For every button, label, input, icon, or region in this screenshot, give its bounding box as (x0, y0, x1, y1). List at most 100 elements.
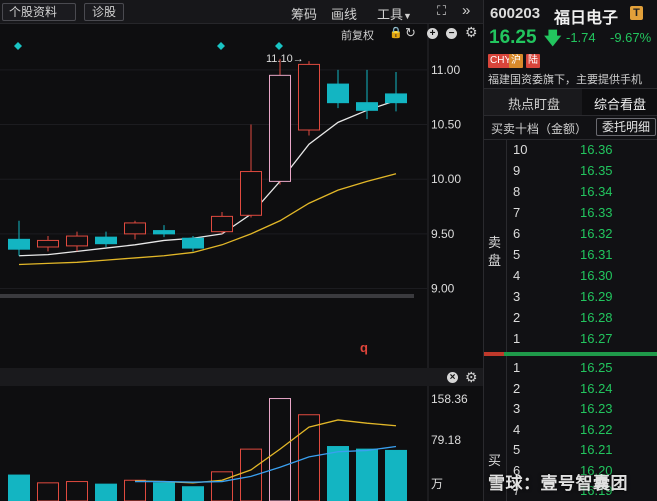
ask-level: 9 (513, 163, 521, 178)
ask-price: 16.27 (580, 331, 613, 346)
ask-level: 2 (513, 310, 521, 325)
ask-price: 16.28 (580, 310, 613, 325)
vol-tick-high: 158.36 (431, 392, 468, 406)
vol-unit-label: 万 (431, 477, 444, 491)
ask-row[interactable]: 1 16.27 (484, 331, 657, 350)
ask-price: 16.35 (580, 163, 613, 178)
quote-panel: 600203 福日电子 T 16.25 🡇 -1.74 -9.67% CHY 沪… (483, 0, 657, 501)
bid-row[interactable]: 3 16.23 (484, 401, 657, 420)
last-price: 16.25 (489, 27, 537, 48)
adjust-mode-label[interactable]: 前复权 (341, 27, 374, 43)
y-tick-label: 9.50 (431, 227, 455, 241)
candle-body (124, 222, 146, 235)
draw-line-link[interactable]: 画线 (331, 4, 357, 23)
bid-level: 1 (513, 360, 521, 375)
volume-chart[interactable]: × ⚙ 158.36 79.18 万 (0, 368, 483, 501)
ask-price: 16.33 (580, 205, 613, 220)
stock-name: 福日电子 (554, 10, 619, 27)
bid-level: 5 (513, 442, 521, 457)
candle-body (8, 238, 30, 250)
high-price-annotation: 11.10→ (266, 53, 304, 65)
bid-row[interactable]: 2 16.24 (484, 381, 657, 400)
volume-bar (240, 448, 262, 501)
volume-bar (37, 482, 59, 501)
ask-row[interactable]: 7 16.33 (484, 205, 657, 224)
candle-body (182, 237, 204, 249)
volume-bar (327, 446, 349, 501)
candle-body (153, 230, 175, 235)
bid-row[interactable]: 5 16.21 (484, 442, 657, 461)
zoom-in-icon[interactable]: + (427, 28, 438, 39)
ask-level: 7 (513, 205, 521, 220)
collapse-right-icon[interactable]: » (462, 2, 470, 19)
candle-body (356, 102, 378, 111)
bid-level: 3 (513, 401, 521, 416)
watermark-text: 雪球：壹号智囊团 (488, 474, 628, 493)
ask-row[interactable]: 8 16.34 (484, 184, 657, 203)
tools-menu[interactable]: 工具▼ (377, 4, 412, 23)
candle-body (298, 63, 320, 131)
close-pane-icon[interactable]: × (447, 372, 458, 383)
subtab-ten-levels[interactable]: 买卖十档（金额） (491, 120, 587, 137)
ask-levels: 卖 盘 10 16.36 9 16.35 8 16.34 7 16.33 6 16.32 5 16.3… (484, 140, 657, 352)
t0-badge: T (630, 6, 643, 20)
candle-body (211, 215, 233, 233)
ask-price: 16.29 (580, 289, 613, 304)
stock-code: 600203 (490, 5, 541, 22)
bid-level: 4 (513, 421, 521, 437)
ask-level: 3 (513, 289, 521, 304)
q-marker: q (360, 340, 368, 355)
company-description: 福建国资委旗下，主要提供手机 (488, 74, 642, 86)
settings-gear-icon[interactable]: ⚙ (465, 24, 478, 41)
ask-row[interactable]: 10 16.36 (484, 142, 657, 161)
fullscreen-icon[interactable]: ⛶ (437, 3, 446, 19)
refresh-icon[interactable]: ↻ (405, 25, 416, 41)
tab-overview[interactable]: 综合看盘 (594, 94, 646, 113)
ask-row[interactable]: 2 16.28 (484, 310, 657, 329)
candle-body (240, 171, 262, 216)
ask-price: 16.30 (580, 268, 613, 283)
ask-price: 16.32 (580, 226, 613, 241)
tools-label: 工具 (377, 7, 404, 22)
chips-link[interactable]: 筹码 (291, 4, 317, 23)
stock-info-dropdown[interactable]: 个股资料 ▼ (2, 3, 76, 34)
ask-row[interactable]: 5 16.31 (484, 247, 657, 266)
price-change: -1.74 (566, 30, 596, 45)
volume-settings-gear-icon[interactable]: ⚙ (465, 369, 478, 386)
candle-body (37, 239, 59, 248)
price-change-pct: -9.67% (610, 30, 652, 45)
ask-price: 16.31 (580, 247, 613, 262)
ask-row[interactable]: 6 16.32 (484, 226, 657, 245)
ask-price: 16.34 (580, 184, 613, 199)
volume-bar (211, 471, 233, 501)
y-tick-label: 9.00 (431, 282, 455, 296)
ask-row[interactable]: 9 16.35 (484, 163, 657, 182)
zoom-out-icon[interactable]: − (446, 28, 457, 39)
ask-level: 4 (513, 268, 521, 283)
volume-bar (182, 486, 204, 501)
ask-level: 1 (513, 331, 521, 346)
diagnose-button[interactable]: 诊股 (84, 3, 124, 21)
down-arrow-icon: 🡇 (544, 29, 562, 48)
lock-icon[interactable]: 🔒 (389, 26, 403, 39)
bid-price: 16.24 (580, 380, 613, 396)
ask-level: 10 (513, 142, 528, 157)
y-tick-label: 10.00 (431, 172, 461, 186)
volume-bar (385, 449, 407, 501)
ask-row[interactable]: 3 16.29 (484, 289, 657, 308)
ask-row[interactable]: 4 16.30 (484, 268, 657, 287)
volume-bar (153, 482, 175, 501)
candlestick-chart[interactable]: 11.00 10.50 10.00 9.50 9.00 前复权 🔒 ↻ + − ⚙ 11… (0, 24, 483, 368)
subtab-order-detail[interactable]: 委托明细 (596, 118, 656, 136)
vol-tick-mid: 79.18 (431, 433, 462, 447)
candlestick-svg: 11.00 10.50 10.00 9.50 9.00 (0, 24, 483, 368)
candle-body (385, 93, 407, 104)
tab-hot-watch[interactable]: 热点盯盘 (508, 94, 560, 113)
bid-row[interactable]: 1 16.25 (484, 360, 657, 379)
bid-price: 16.22 (580, 421, 613, 437)
bid-row[interactable]: 4 16.22 (484, 422, 657, 441)
candle-body (66, 235, 88, 247)
y-tick-label: 11.00 (431, 63, 460, 77)
stock-info-label: 个股资料 (9, 5, 58, 19)
chart-toolbar: 个股资料 ▼ 诊股 筹码 画线 工具▼ ⛶ » (0, 0, 483, 34)
